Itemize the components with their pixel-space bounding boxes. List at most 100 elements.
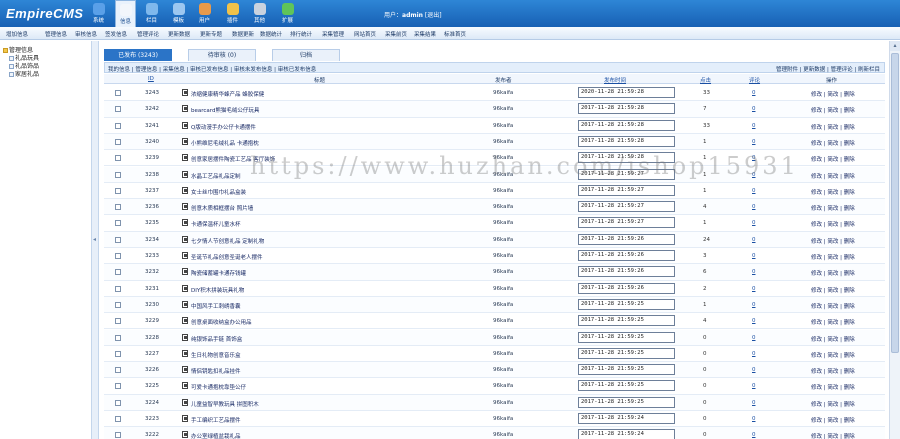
row-checkbox[interactable] (115, 155, 121, 162)
row-actions[interactable]: 修改 | 简改 | 删除 (811, 123, 855, 131)
row-title[interactable]: 创意家居摆件陶瓷工艺品 客厅装饰 (191, 155, 275, 163)
submenu-item[interactable]: 数据统计 (260, 30, 282, 38)
row-comments[interactable]: 0 (752, 237, 756, 243)
row-title[interactable]: 生日礼物创意音乐盒 (191, 351, 241, 359)
row-checkbox[interactable] (115, 367, 121, 374)
row-time-input[interactable]: 2017-11-28 21:59:26 (578, 233, 675, 245)
row-time-input[interactable]: 2017-11-28 21:59:27 (578, 168, 675, 180)
row-time-input[interactable]: 2017-11-28 21:59:25 (578, 315, 675, 327)
topnav-gear[interactable]: 其他 (249, 0, 270, 27)
row-actions[interactable]: 修改 | 简改 | 删除 (811, 335, 855, 343)
row-title[interactable]: 创意桌面收纳盒办公用品 (191, 318, 252, 326)
topnav-system[interactable]: 系统 (88, 0, 109, 27)
row-comments[interactable]: 0 (752, 188, 756, 194)
topnav-user[interactable]: 用户 (194, 0, 215, 27)
row-time-input[interactable]: 2017-11-28 21:59:26 (578, 282, 675, 294)
row-time-input[interactable]: 2017-11-28 21:59:24 (578, 429, 675, 439)
col-time[interactable]: 发布时间 (604, 76, 626, 84)
row-actions[interactable]: 修改 | 简改 | 删除 (811, 155, 855, 163)
submenu-item[interactable]: 采集管理 (322, 30, 344, 38)
row-title[interactable]: 圣诞节礼品创意圣诞老人摆件 (191, 253, 263, 261)
row-comments[interactable]: 0 (752, 367, 756, 373)
row-time-input[interactable]: 2017-11-28 21:59:28 (578, 152, 675, 164)
submenu-item[interactable]: 更新专题 (200, 30, 222, 38)
row-title[interactable]: 可爱卡通抱枕靠垫公仔 (191, 383, 246, 391)
submenu-item[interactable]: 管理信息 (45, 30, 67, 38)
row-checkbox[interactable] (115, 187, 121, 194)
topnav-template[interactable]: 模板 (168, 0, 189, 27)
row-actions[interactable]: 修改 | 简改 | 删除 (811, 237, 855, 245)
row-time-input[interactable]: 2017-11-28 21:59:27 (578, 184, 675, 196)
collapse-arrow-icon[interactable]: ◂ (93, 236, 96, 243)
row-time-input[interactable]: 2017-11-28 21:59:25 (578, 331, 675, 343)
row-comments[interactable]: 0 (752, 400, 756, 406)
row-actions[interactable]: 修改 | 简改 | 删除 (811, 416, 855, 424)
row-title[interactable]: 纯银饰品手链 首饰盒 (191, 335, 242, 343)
row-title[interactable]: DIY积木拼装玩具礼物 (191, 286, 244, 294)
col-comments[interactable]: 评论 (749, 76, 760, 84)
topnav-column[interactable]: 栏目 (141, 0, 162, 27)
row-comments[interactable]: 0 (752, 139, 756, 145)
row-comments[interactable]: 0 (752, 220, 756, 226)
topnav-extend[interactable]: 扩展 (277, 0, 298, 27)
scroll-up-icon[interactable]: ▴ (890, 41, 900, 51)
row-checkbox[interactable] (115, 253, 121, 259)
row-comments[interactable]: 0 (752, 383, 756, 389)
row-title[interactable]: 中国风手工刺绣香囊 (191, 302, 241, 310)
row-actions[interactable]: 修改 | 简改 | 删除 (811, 383, 855, 391)
submenu-item[interactable]: 更新数据 (168, 30, 190, 38)
row-title[interactable]: 水晶工艺品礼品定制 (191, 172, 241, 180)
row-comments[interactable]: 0 (752, 269, 756, 275)
row-checkbox[interactable] (115, 416, 121, 422)
row-actions[interactable]: 修改 | 简改 | 删除 (811, 400, 855, 408)
row-actions[interactable]: 修改 | 简改 | 删除 (811, 318, 855, 326)
submenu-item[interactable]: 网站首页 (354, 30, 376, 38)
row-title[interactable]: 女士丝巾围巾礼品盒装 (191, 188, 246, 196)
submenu-item[interactable]: 标准首页 (444, 30, 466, 38)
panel-splitter[interactable]: ◂ (92, 41, 99, 439)
row-checkbox[interactable] (115, 122, 121, 129)
row-checkbox[interactable] (115, 138, 121, 145)
row-actions[interactable]: 修改 | 简改 | 删除 (811, 286, 855, 294)
row-comments[interactable]: 0 (752, 416, 756, 422)
row-title[interactable]: 情侣钥匙扣礼品挂件 (191, 367, 241, 375)
row-comments[interactable]: 0 (752, 90, 756, 96)
tree-node[interactable]: 家居礼品 (9, 69, 39, 78)
row-actions[interactable]: 修改 | 简改 | 删除 (811, 351, 855, 359)
row-checkbox[interactable] (115, 334, 121, 341)
row-comments[interactable]: 0 (752, 106, 756, 112)
topnav-plugin[interactable]: 插件 (222, 0, 243, 27)
tab[interactable]: 待审核 (0) (188, 49, 256, 61)
col-id[interactable]: ID (148, 76, 154, 82)
row-comments[interactable]: 0 (752, 318, 756, 324)
submenu-item[interactable]: 审核信息 (75, 30, 97, 38)
tab[interactable]: 归档 (272, 49, 340, 61)
row-checkbox[interactable] (115, 220, 121, 227)
row-checkbox[interactable] (115, 236, 121, 243)
row-comments[interactable]: 0 (752, 351, 756, 357)
row-checkbox[interactable] (115, 383, 121, 390)
row-comments[interactable]: 0 (752, 335, 756, 341)
row-comments[interactable]: 0 (752, 286, 756, 292)
row-title[interactable]: 办公室绿植盆栽礼品 (191, 432, 241, 439)
row-time-input[interactable]: 2017-11-28 21:59:28 (578, 103, 675, 115)
row-title[interactable]: 手工编织工艺品摆件 (191, 416, 241, 424)
row-checkbox[interactable] (115, 318, 121, 325)
row-checkbox[interactable] (115, 301, 121, 308)
row-actions[interactable]: 修改 | 简改 | 删除 (811, 139, 855, 147)
submenu-item[interactable]: 管理评论 (137, 30, 159, 38)
row-comments[interactable]: 0 (752, 253, 756, 259)
row-title[interactable]: 浓缩健康精华蜂产品 蜂胶保健 (191, 90, 264, 98)
row-checkbox[interactable] (115, 171, 121, 178)
topnav-info[interactable]: 信息 (115, 0, 136, 27)
submenu-item[interactable]: 增加信息 (6, 30, 28, 38)
row-comments[interactable]: 0 (752, 123, 756, 129)
row-time-input[interactable]: 2017-11-28 21:59:28 (578, 119, 675, 131)
row-checkbox[interactable] (115, 269, 121, 276)
row-time-input[interactable]: 2017-11-28 21:59:25 (578, 364, 675, 376)
row-time-input[interactable]: 2017-11-28 21:59:26 (578, 250, 675, 261)
row-actions[interactable]: 修改 | 简改 | 删除 (811, 106, 855, 114)
vertical-scrollbar[interactable]: ▴ (889, 41, 900, 439)
row-actions[interactable]: 修改 | 简改 | 删除 (811, 90, 855, 98)
row-comments[interactable]: 0 (752, 204, 756, 210)
